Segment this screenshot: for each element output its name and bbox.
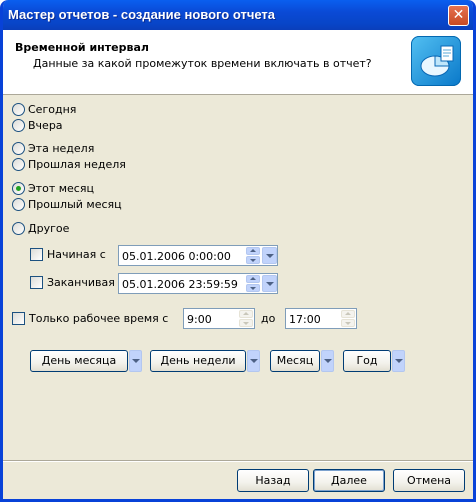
end-date-picker[interactable]: 05.01.2006 23:59:59 [118,273,278,294]
end-date-label: Заканчивая [47,276,115,289]
cancel-button[interactable]: Отмена [393,469,465,492]
radio-today-label: Сегодня [28,103,77,116]
radio-last-week[interactable] [12,158,25,171]
work-time-from-spinner[interactable] [239,310,253,327]
day-of-month-button[interactable]: День месяца [30,350,128,372]
work-time-to[interactable]: 17:00 [285,308,357,329]
end-date-spinner[interactable] [246,275,260,292]
radio-other-label: Другое [28,222,70,235]
next-button[interactable]: Далее [313,469,385,492]
year-button[interactable]: Год [343,350,391,372]
work-time-to-label: до [261,312,276,325]
radio-this-week[interactable] [12,142,25,155]
spin-down-icon[interactable] [246,256,260,264]
back-button[interactable]: Назад [237,469,309,492]
start-date-dropdown-icon[interactable] [262,247,277,264]
spin-up-icon[interactable] [239,310,253,318]
start-date-value: 05.01.2006 0:00:00 [122,250,231,263]
close-button[interactable]: ✕ [448,5,469,26]
wizard-report-icon [411,36,461,86]
radio-this-week-label: Эта неделя [28,142,95,155]
title-bar[interactable]: Мастер отчетов - создание нового отчета … [3,0,473,30]
radio-today[interactable] [12,103,25,116]
start-date-checkbox[interactable] [30,248,43,261]
radio-last-week-label: Прошлая неделя [28,158,126,171]
radio-other[interactable] [12,222,25,235]
spin-down-icon[interactable] [239,319,253,327]
year-dropdown-icon[interactable] [392,350,405,372]
radio-this-month[interactable] [12,182,25,195]
month-dropdown-icon[interactable] [321,350,334,372]
day-of-week-dropdown-icon[interactable] [247,350,260,372]
spin-up-icon[interactable] [341,310,355,318]
start-date-spinner[interactable] [246,247,260,264]
radio-last-month-label: Прошлый месяц [28,198,122,211]
footer-divider [3,460,473,462]
window-title: Мастер отчетов - создание нового отчета [8,7,276,22]
spin-up-icon[interactable] [246,275,260,283]
close-icon: ✕ [452,7,465,23]
work-time-from-value: 9:00 [187,313,212,326]
end-date-value: 05.01.2006 23:59:59 [122,278,238,291]
radio-last-month[interactable] [12,198,25,211]
wizard-window: Мастер отчетов - создание нового отчета … [0,0,476,502]
end-date-dropdown-icon[interactable] [262,275,277,292]
work-time-to-value: 17:00 [289,313,321,326]
work-time-label: Только рабочее время с [29,312,169,325]
radio-yesterday-label: Вчера [28,119,63,132]
header-subtitle: Данные за какой промежуток времени включ… [33,57,372,70]
radio-yesterday[interactable] [12,119,25,132]
start-date-label: Начиная с [47,248,106,261]
day-of-month-dropdown-icon[interactable] [129,350,142,372]
month-button[interactable]: Месяц [270,350,320,372]
spin-down-icon[interactable] [246,284,260,292]
radio-this-month-label: Этот месяц [28,182,94,195]
spin-up-icon[interactable] [246,247,260,255]
header-title: Временной интервал [15,41,149,54]
work-time-to-spinner[interactable] [341,310,355,327]
work-time-checkbox[interactable] [12,312,25,325]
day-of-week-button[interactable]: День недели [150,350,246,372]
end-date-checkbox[interactable] [30,276,43,289]
start-date-picker[interactable]: 05.01.2006 0:00:00 [118,245,278,266]
work-time-from[interactable]: 9:00 [183,308,255,329]
spin-down-icon[interactable] [341,319,355,327]
wizard-header: Временной интервал Данные за какой проме… [3,30,473,95]
